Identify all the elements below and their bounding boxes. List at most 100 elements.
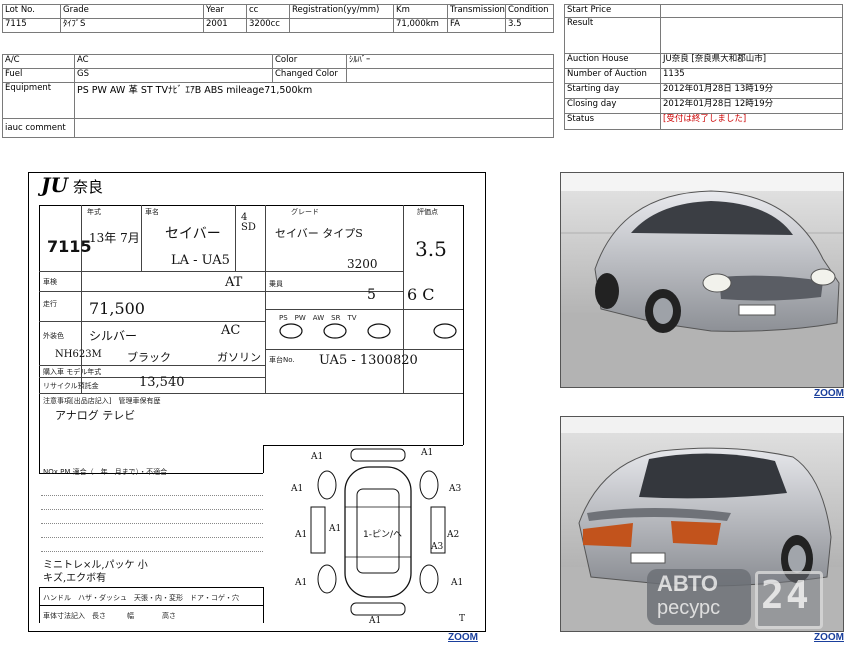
sheet-color-code: NH623M: [55, 349, 102, 360]
feature-circles: [277, 323, 461, 345]
status-value: [受付は終了しました]: [660, 113, 843, 130]
svg-text:A2: A2: [446, 530, 459, 540]
value-grade: ﾀｲﾌﾟS: [60, 18, 204, 33]
svg-text:A1: A1: [310, 452, 323, 462]
sheet-label-color: 外装色: [43, 332, 64, 340]
sheet-label-score: 評価点: [417, 208, 438, 216]
sheet-lot: 7115: [47, 237, 92, 256]
sheet-chassis: UA5 - 1300820: [319, 353, 418, 368]
sheet-label-name: 車名: [145, 208, 159, 216]
sheet-label-soukou: 走行: [43, 300, 57, 308]
sheet-km: 71,500: [89, 299, 145, 318]
car-front-photo[interactable]: [560, 172, 844, 388]
svg-text:1-ピン/ヘ: 1-ピン/ヘ: [363, 529, 402, 540]
svg-text:A1: A1: [420, 448, 433, 458]
auction-house-label: Auction House: [564, 53, 661, 69]
sheet-label-year: 年式: [87, 208, 101, 216]
svg-text:A1: A1: [294, 578, 307, 588]
svg-text:A3: A3: [430, 542, 443, 552]
start-price-value: [660, 4, 843, 18]
sheet-name: セイバー: [165, 226, 221, 242]
value-registration: [289, 18, 394, 33]
starting-day-label: Starting day: [564, 83, 661, 99]
sheet-label-purchase: 購入車 モデル年式: [43, 368, 102, 376]
watermark-word-top: АВТО: [657, 571, 718, 596]
sheet-inspector-notes: ミニトレ×ル,パッケ 小キズ,エクボ有: [43, 560, 148, 584]
sheet-trim: ブラック: [127, 351, 171, 364]
svg-text:A1: A1: [294, 530, 307, 540]
value-condition: 3.5: [505, 18, 554, 33]
sheet-label-grade: グレード: [291, 208, 319, 216]
car-damage-diagram: A1 A1 A1 A3 A1 A2 A1 A3 A1 A1 A1 T 1-ピン/ヘ: [290, 448, 465, 626]
ju-logo-city: 奈良: [73, 178, 104, 196]
sheet-model: LA - UA5: [171, 253, 230, 268]
sheet-score2: 6 C: [407, 285, 435, 304]
start-price-label: Start Price: [564, 4, 661, 18]
sheet-label-recycle: リサイクル預託金: [43, 382, 99, 390]
sheet-cc: 3200: [347, 257, 378, 271]
svg-text:A1: A1: [328, 524, 341, 534]
value-transmission: FA: [447, 18, 506, 33]
auction-house-value: JU奈良 [奈良県大和郡山市]: [660, 53, 843, 69]
sheet-color: シルバー: [89, 329, 138, 343]
result-label: Result: [564, 17, 661, 54]
header-transmission: Transmission: [447, 4, 506, 19]
value-year: 2001: [203, 18, 247, 33]
sheet-zoom-link[interactable]: ZOOM: [448, 632, 478, 643]
iauc-comment-label: iauc comment: [2, 118, 75, 138]
header-condition: Condition: [505, 4, 554, 19]
sheet-label-notes: 注意事項[出品店記入] 管理車保有歴: [43, 397, 161, 405]
starting-day-value: 2012年01月28日 13時19分: [660, 83, 843, 99]
changed-color-label: Changed Color: [272, 68, 347, 83]
sheet-aircon: AC: [221, 323, 241, 338]
sheet-at: AT: [225, 275, 243, 290]
sheet-label-chassis: 車台No.: [269, 356, 295, 364]
avtoresurs-watermark: АВТО ресурс 24: [647, 569, 823, 629]
sheet-fuel: ガソリン: [217, 351, 261, 364]
header-cc: cc: [246, 4, 290, 19]
sheet-doors: 4 SD: [241, 212, 256, 233]
auction-number-value: 1135: [660, 68, 843, 84]
sheet-year: 13年 7月: [89, 231, 140, 245]
status-label: Status: [564, 113, 661, 130]
sheet-capacity: 5: [367, 287, 376, 303]
svg-text:A1: A1: [368, 616, 381, 626]
equipment-value: PS PW AW 革 ST TVﾅﾋﾞ ｴｱB ABS mileage71,50…: [74, 82, 554, 119]
result-value: [660, 17, 843, 54]
fuel-value: GS: [74, 68, 273, 83]
fuel-label: Fuel: [2, 68, 75, 83]
auction-table: Start Price Result Auction House JU奈良 [奈…: [564, 4, 843, 130]
header-year: Year: [203, 4, 247, 19]
header-grade: Grade: [60, 4, 204, 19]
svg-text:A1: A1: [450, 578, 463, 588]
equipment-label: Equipment: [2, 82, 75, 119]
sheet-label-nox: NOx PM 適合（ 年 月まで）・不適合: [43, 468, 168, 476]
closing-day-label: Closing day: [564, 98, 661, 114]
changed-color-value: [346, 68, 554, 83]
ac-label: A/C: [2, 54, 75, 69]
sheet-recycle: 13,540: [139, 375, 185, 390]
header-registration: Registration(yy/mm): [289, 4, 394, 19]
sheet-label-capacity: 乗員: [269, 280, 283, 288]
details-table: A/C AC Color ｼﾙﾊﾞｰ Fuel GS Changed Color…: [2, 54, 554, 138]
auction-sheet-image[interactable]: JU 奈良 年式 車名 グレード 評価点 車検 走行 外装色 購入車 モデル年式…: [28, 172, 486, 632]
color-label: Color: [272, 54, 347, 69]
header-lot-no: Lot No.: [2, 4, 61, 19]
front-photo-zoom-link[interactable]: ZOOM: [814, 388, 844, 399]
svg-text:T: T: [459, 614, 465, 624]
car-rear-photo[interactable]: АВТО ресурс 24: [560, 416, 844, 632]
sheet-label-features: PS PW AW SR TV: [279, 314, 357, 322]
rear-photo-zoom-link[interactable]: ZOOM: [814, 632, 844, 643]
watermark-number: 24: [761, 573, 811, 617]
sheet-notes: アナログ テレビ: [55, 409, 136, 422]
color-value: ｼﾙﾊﾞｰ: [346, 54, 554, 69]
watermark-word-bottom: ресурс: [657, 597, 721, 619]
value-cc: 3200cc: [246, 18, 290, 33]
lot-table: Lot No. Grade Year cc Registration(yy/mm…: [2, 4, 554, 33]
svg-text:A1: A1: [290, 484, 303, 494]
closing-day-value: 2012年01月28日 12時19分: [660, 98, 843, 114]
iauc-comment-value: [74, 118, 554, 138]
ju-logo: JU: [41, 173, 68, 197]
svg-text:A3: A3: [448, 484, 461, 494]
auction-number-label: Number of Auction: [564, 68, 661, 84]
